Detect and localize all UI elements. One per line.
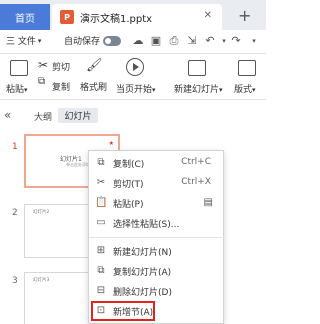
menu-item-label: 粘贴(P)	[113, 200, 144, 210]
menu-item-label: 复制幻灯片(A)	[113, 268, 172, 278]
paste-label: 粘贴	[6, 85, 25, 95]
export-icon[interactable]: ⇲	[186, 35, 198, 47]
start-from-current-label: 当页开始	[116, 85, 153, 95]
layout-icon[interactable]	[238, 60, 256, 76]
slide-number: 2	[12, 208, 18, 218]
new-slide-icon[interactable]	[188, 60, 206, 76]
star-icon: ★	[108, 140, 114, 147]
tab-outline[interactable]: 大纲	[34, 110, 52, 123]
menu-item-paste[interactable]: 📋 粘贴(P) ▤	[89, 193, 225, 213]
save-icon[interactable]: ▣	[150, 35, 162, 47]
menu-item-label: 删除幻灯片(D)	[113, 288, 172, 298]
slide-number: 3	[12, 276, 18, 286]
more-dropdown-icon[interactable]: ▾	[248, 35, 260, 47]
start-from-current-button[interactable]: 当页开始▾	[116, 82, 156, 95]
new-tab-icon[interactable]: +	[238, 6, 251, 25]
menu-item-paste-special[interactable]: ▭ 选择性粘贴(S)...	[89, 213, 225, 233]
copy-button[interactable]: 复制	[52, 80, 70, 93]
paste-button[interactable]: 粘贴▾	[6, 82, 28, 95]
autosave-toggle[interactable]: 自动保存	[64, 34, 122, 47]
tab-bar: 首页 P 演示文稿1.pptx ✕ +	[0, 0, 266, 30]
chevron-down-icon: ▾	[37, 36, 42, 45]
paste-icon[interactable]	[10, 60, 28, 76]
menu-item-cut[interactable]: ✂ 剪切(T) Ctrl+X	[89, 173, 225, 193]
tab-home[interactable]: 首页	[0, 4, 50, 30]
menu-item-label: 选择性粘贴(S)...	[113, 220, 180, 230]
layout-label: 版式	[234, 85, 253, 95]
new-slide-button[interactable]: 新建幻灯片▾	[174, 82, 223, 95]
ppt-file-icon: P	[60, 10, 74, 24]
autosave-label: 自动保存	[64, 37, 101, 47]
file-menu-label: 三 文件	[6, 37, 36, 47]
menu-item-duplicate-slide[interactable]: ⧉ 复制幻灯片(A)	[89, 261, 225, 281]
play-icon[interactable]	[126, 58, 144, 76]
copy-icon[interactable]: ⧉	[38, 76, 45, 87]
quick-access-bar: 三 文件 ▾ 自动保存 ☁ ▣ ⎙ ⇲ ↶ ▾ ↷ ▾	[0, 30, 266, 54]
panel-tabs: « 大纲 幻灯片	[0, 104, 120, 126]
shortcut-label: Ctrl+C	[181, 157, 211, 167]
undo-icon[interactable]: ↶	[204, 35, 216, 47]
delete-slide-icon: ⊟	[96, 285, 106, 296]
scissors-icon: ✂	[96, 177, 106, 188]
format-painter-icon[interactable]: 🖌	[86, 58, 103, 73]
copy-icon: ⧉	[97, 157, 105, 168]
slide-number: 1	[12, 142, 18, 152]
menu-item-label: 复制(C)	[113, 160, 145, 170]
new-slide-icon: ⊞	[96, 245, 106, 256]
menu-item-new-slide[interactable]: ⊞ 新建幻灯片(N)	[89, 241, 225, 261]
paste-icon: 📋	[95, 197, 108, 208]
tab-slides[interactable]: 幻灯片	[58, 108, 98, 123]
paste-special-icon: ▭	[96, 217, 106, 228]
new-slide-label: 新建幻灯片	[174, 85, 220, 95]
slide-title: 幻灯片3	[33, 278, 50, 283]
ribbon: 粘贴▾ ✂ 剪切 ⧉ 复制 🖌 格式刷 当页开始▾ 新建幻灯片▾ 版式▾	[0, 54, 266, 100]
paste-options-icon[interactable]: ▤	[204, 197, 213, 208]
tab-close-icon[interactable]: ✕	[204, 10, 212, 21]
cloud-icon[interactable]: ☁	[132, 35, 144, 47]
cut-button[interactable]: 剪切	[52, 60, 70, 73]
menu-item-delete-slide[interactable]: ⊟ 删除幻灯片(D)	[89, 281, 225, 301]
duplicate-slide-icon: ⧉	[97, 265, 105, 276]
context-menu: ⧉ 复制(C) Ctrl+C ✂ 剪切(T) Ctrl+X 📋 粘贴(P) ▤ …	[88, 150, 225, 324]
tab-document[interactable]: P 演示文稿1.pptx ✕	[52, 4, 222, 30]
redo-icon[interactable]: ↷	[230, 35, 242, 47]
menu-item-label: 剪切(T)	[113, 180, 144, 190]
highlight-box	[91, 301, 155, 321]
format-painter-button[interactable]: 格式刷	[80, 80, 107, 93]
slide-title: 幻灯片2	[33, 210, 50, 215]
shortcut-label: Ctrl+X	[181, 177, 211, 187]
print-icon[interactable]: ⎙	[168, 35, 180, 47]
scissors-icon[interactable]: ✂	[38, 58, 48, 72]
menu-item-copy[interactable]: ⧉ 复制(C) Ctrl+C	[89, 153, 225, 173]
menu-separator	[89, 237, 225, 238]
layout-button[interactable]: 版式▾	[234, 82, 256, 95]
undo-dropdown-icon[interactable]: ▾	[218, 35, 230, 47]
document-title: 演示文稿1.pptx	[80, 13, 153, 25]
collapse-panel-icon[interactable]: «	[4, 108, 11, 122]
menu-item-label: 新建幻灯片(N)	[113, 248, 172, 258]
toggle-switch-icon	[103, 35, 122, 46]
file-menu-button[interactable]: 三 文件 ▾	[6, 34, 42, 48]
